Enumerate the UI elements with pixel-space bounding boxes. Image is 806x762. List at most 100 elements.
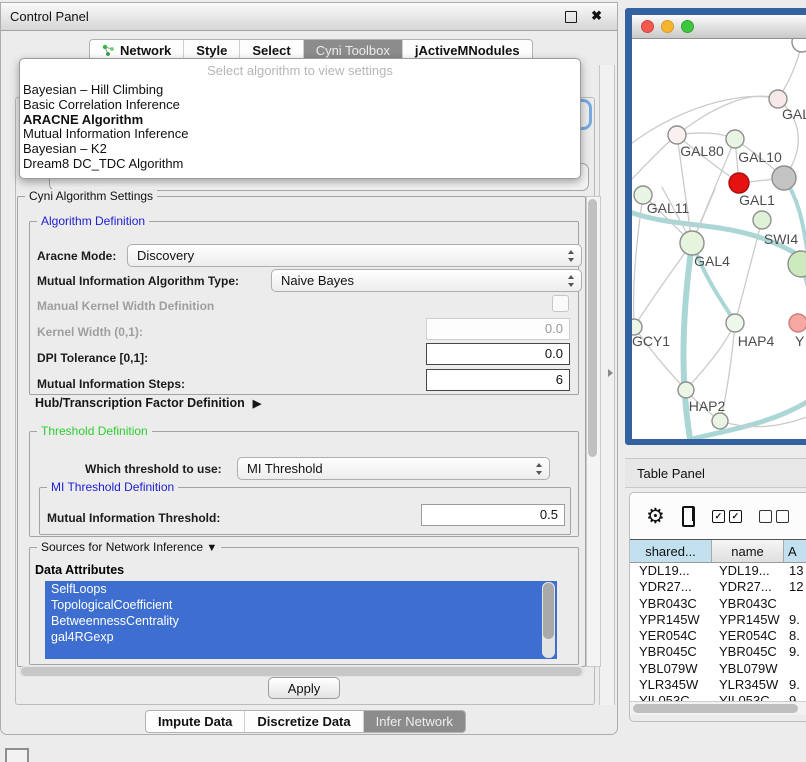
table-row[interactable]: YDL19...YDL19...13 — [630, 563, 806, 579]
aracne-mode-label: Aracne Mode: — [37, 249, 116, 263]
table-horizontal-scrollbar[interactable] — [630, 701, 806, 715]
network-node[interactable] — [753, 211, 771, 229]
table-body: YDL19...YDL19...13YDR27...YDR27...12YBR0… — [630, 563, 806, 701]
network-graph: GALGAL80GAL10GAL1GAL11SWI4GAL4GCY1HAP4YH… — [632, 39, 806, 439]
network-node[interactable] — [680, 231, 704, 255]
tab-label: Infer Network — [376, 714, 453, 729]
table-row[interactable]: YER054CYER054C8. — [630, 628, 806, 644]
algorithm-option[interactable]: Bayesian – K2 — [20, 142, 580, 157]
data-attribute-item[interactable]: gal4RGexp — [45, 629, 557, 645]
column-header-partial[interactable]: A — [784, 540, 806, 562]
table-cell: YBR043C — [630, 596, 712, 612]
settings-horizontal-scrollbar[interactable] — [19, 666, 585, 677]
table-header-row: shared... name A — [630, 539, 806, 563]
node-label: Y — [795, 333, 805, 349]
apply-button[interactable]: Apply — [268, 677, 340, 699]
table-cell — [784, 661, 806, 677]
table-row[interactable]: YBR045CYBR045C9. — [630, 644, 806, 660]
manual-kernel-label: Manual Kernel Width Definition — [37, 299, 214, 313]
table-panel-title: Table Panel — [637, 466, 705, 481]
attributes-scrollbar[interactable] — [542, 582, 555, 658]
float-window-icon[interactable] — [565, 11, 577, 23]
mi-threshold-input[interactable]: 0.5 — [421, 504, 565, 526]
table-row[interactable]: YBL079WYBL079W — [630, 661, 806, 677]
tab-discretize-data[interactable]: Discretize Data — [245, 711, 363, 732]
algorithm-option[interactable]: ARACNE Algorithm — [20, 113, 580, 128]
group-title: Sources for Network Inference ▼ — [37, 540, 221, 554]
table-row[interactable]: YPR145WYPR145W9. — [630, 612, 806, 628]
combo-arrows-icon — [536, 463, 543, 475]
data-attributes-list[interactable]: SelfLoopsTopologicalCoefficientBetweenne… — [45, 581, 557, 659]
cyni-bottom-tabbar: Impute Data Discretize Data Infer Networ… — [145, 710, 466, 733]
mi-threshold-label: Mutual Information Threshold: — [47, 511, 220, 525]
network-node[interactable] — [668, 126, 686, 144]
scrollbar-thumb[interactable] — [588, 199, 597, 457]
minimized-panel-icon[interactable] — [5, 748, 29, 762]
algorithm-option[interactable]: Bayesian – Hill Climbing — [20, 83, 580, 98]
network-edge — [632, 135, 677, 189]
split-panel-icon[interactable] — [682, 506, 695, 527]
network-view-window: GALGAL80GAL10GAL1GAL11SWI4GAL4GCY1HAP4YH… — [625, 8, 806, 445]
settings-vertical-scrollbar[interactable] — [586, 196, 601, 667]
panel-divider-handle-icon[interactable] — [608, 369, 613, 377]
zoom-traffic-light-icon[interactable] — [681, 20, 694, 33]
aracne-mode-select[interactable]: Discovery — [127, 244, 582, 267]
tab-impute-data[interactable]: Impute Data — [146, 711, 245, 732]
hub-tf-definition-toggle[interactable]: Hub/Transcription Factor Definition ▶ — [35, 396, 261, 410]
network-node[interactable] — [712, 413, 728, 429]
scrollbar-thumb[interactable] — [633, 704, 798, 713]
table-cell: YIL053C — [630, 693, 712, 701]
node-label: HAP2 — [689, 398, 726, 414]
network-node[interactable] — [789, 314, 806, 332]
control-panel-titlebar: Control Panel ✖ — [1, 3, 617, 31]
panel-title: Control Panel — [1, 9, 89, 24]
tab-infer-network[interactable]: Infer Network — [364, 711, 465, 732]
which-threshold-select[interactable]: MI Threshold — [237, 457, 550, 480]
algorithm-option[interactable]: Basic Correlation Inference — [20, 98, 580, 113]
table-cell: YPR145W — [630, 612, 712, 628]
data-attribute-item[interactable]: TopologicalCoefficient — [45, 597, 557, 613]
network-node[interactable] — [792, 39, 806, 52]
table-cell: YDL19... — [630, 563, 712, 579]
data-attribute-item[interactable]: BetweennessCentrality — [45, 613, 557, 629]
table-row[interactable]: YLR345WYLR345W9. — [630, 677, 806, 693]
close-traffic-light-icon[interactable] — [641, 20, 654, 33]
column-header-shared-name[interactable]: shared... — [630, 540, 712, 562]
data-attributes-label: Data Attributes — [35, 563, 124, 577]
data-attribute-item[interactable]: SelfLoops — [45, 581, 557, 597]
algorithm-option[interactable]: Dream8 DC_TDC Algorithm — [20, 157, 580, 172]
manual-kernel-checkbox[interactable] — [552, 295, 569, 312]
deselect-all-button[interactable] — [759, 510, 789, 523]
scrollbar-thumb[interactable] — [21, 667, 582, 676]
network-edge — [686, 323, 735, 390]
column-header-name[interactable]: name — [712, 540, 784, 562]
kernel-width-input[interactable]: 0.0 — [426, 318, 570, 340]
network-node[interactable] — [788, 251, 806, 277]
table-row[interactable]: YDR27...YDR27...12 — [630, 579, 806, 595]
network-node[interactable] — [726, 314, 744, 332]
network-node[interactable] — [772, 166, 796, 190]
table-cell: YIL053C — [712, 693, 784, 701]
table-row[interactable]: YBR043CYBR043C — [630, 596, 806, 612]
network-canvas[interactable]: GALGAL80GAL10GAL1GAL11SWI4GAL4GCY1HAP4YH… — [632, 39, 806, 439]
scrollbar-thumb[interactable] — [543, 583, 554, 639]
mi-algorithm-type-select[interactable]: Naive Bayes — [271, 269, 582, 292]
gear-icon[interactable]: ⚙ — [646, 506, 665, 527]
network-node[interactable] — [678, 382, 694, 398]
minimize-traffic-light-icon[interactable] — [661, 20, 674, 33]
table-row[interactable]: YIL053CYIL053C9 — [630, 693, 806, 701]
algorithm-option[interactable]: Mutual Information Inference — [20, 127, 580, 142]
table-cell: YBR043C — [712, 596, 784, 612]
expand-down-icon[interactable]: ▼ — [206, 542, 217, 554]
select-all-button[interactable]: ✓ ✓ — [712, 510, 742, 523]
network-edge — [677, 96, 778, 135]
table-toolbar: ⚙ ✓ ✓ — [630, 493, 806, 539]
close-icon[interactable]: ✖ — [591, 8, 602, 24]
table-cell: 8. — [784, 628, 806, 644]
mi-steps-input[interactable]: 6 — [426, 369, 570, 391]
dpi-tolerance-input[interactable]: 0.0 — [426, 343, 570, 365]
panel-scroll-gutter[interactable] — [599, 65, 615, 705]
network-node[interactable] — [726, 130, 744, 148]
network-node[interactable] — [729, 173, 749, 193]
table-cell: 9. — [784, 677, 806, 693]
